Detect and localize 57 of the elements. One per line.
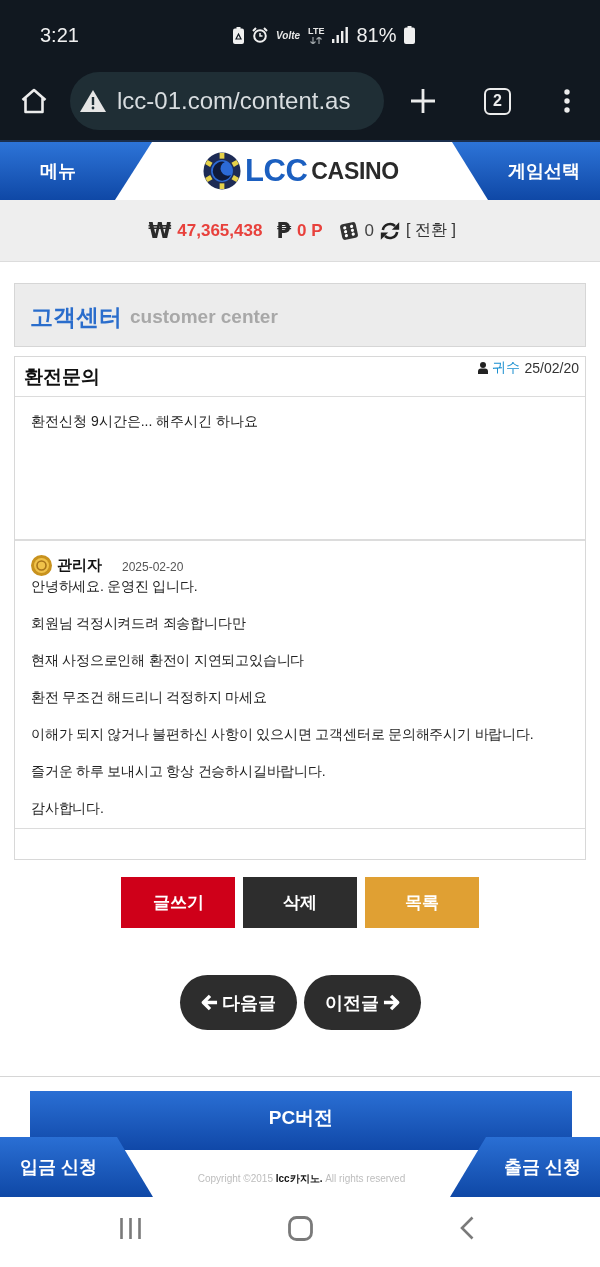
money-balance: 47,365,438 bbox=[177, 220, 263, 241]
data-arrows-icon bbox=[309, 36, 324, 44]
reply-paragraph: 이해가 되지 않거나 불편하신 사항이 있으시면 고객센터로 문의해주시기 바랍니다. bbox=[31, 725, 535, 744]
volte-indicator: Volte bbox=[276, 29, 301, 41]
point-balance: 0 P bbox=[297, 220, 323, 241]
convert-link[interactable]: [ 전환 ] bbox=[406, 220, 456, 241]
network-type: LTE bbox=[308, 26, 325, 36]
casino-chip-icon bbox=[203, 152, 242, 190]
reply-paragraph: 안녕하세요. 운영진 입니다. bbox=[31, 577, 199, 596]
signal-icon bbox=[332, 27, 349, 43]
reply-paragraph: 감사합니다. bbox=[31, 799, 105, 818]
alarm-icon bbox=[252, 27, 268, 43]
avatar-icon bbox=[31, 555, 52, 576]
reply-paragraph: 회원님 걱정시켜드려 죄송합니다만 bbox=[31, 614, 247, 633]
post-author: 귀수 bbox=[491, 359, 520, 377]
reply-author: 관리자 bbox=[57, 556, 102, 575]
point-sign: ₱ bbox=[276, 218, 292, 243]
home-button-icon[interactable] bbox=[288, 1215, 313, 1241]
write-button[interactable]: 글쓰기 bbox=[121, 877, 235, 928]
battery-percent: 81% bbox=[356, 23, 397, 47]
copyright-text: Copyright ©2015 lcc카지노. All rights reserved bbox=[197, 1172, 406, 1186]
deposit-button[interactable]: 입금 신청 bbox=[0, 1137, 153, 1197]
previous-post-button[interactable]: 이전글 bbox=[303, 975, 421, 1030]
chip-count: 0 bbox=[364, 220, 375, 241]
user-icon bbox=[477, 362, 488, 374]
plus-icon[interactable] bbox=[411, 89, 435, 113]
dice-icon bbox=[338, 220, 359, 241]
next-post-button[interactable]: 다음글 bbox=[179, 975, 297, 1030]
logo-text: CASINO bbox=[311, 157, 399, 185]
section-subtitle: customer center bbox=[130, 306, 278, 328]
back-icon[interactable] bbox=[460, 1216, 474, 1240]
home-icon[interactable] bbox=[20, 88, 48, 114]
delete-button[interactable]: 삭제 bbox=[243, 877, 357, 928]
warning-icon bbox=[80, 90, 106, 112]
reply-paragraph: 환전 무조건 해드리니 걱정하지 마세요 bbox=[31, 688, 268, 707]
tabs-button[interactable]: 2 bbox=[484, 87, 511, 115]
section-title: 고객센터 bbox=[30, 302, 122, 332]
won-sign: ₩ bbox=[148, 218, 172, 243]
reply-date: 2025-02-20 bbox=[122, 559, 184, 574]
battery-icon bbox=[404, 26, 416, 44]
more-menu-icon[interactable] bbox=[564, 89, 570, 113]
post-date: 25/02/20 bbox=[524, 360, 579, 376]
arrow-right-icon bbox=[382, 994, 400, 1011]
reply-paragraph: 현재 사정으로인해 환전이 지연되고있습니다 bbox=[31, 651, 306, 670]
menu-button[interactable]: 메뉴 bbox=[0, 142, 152, 200]
pc-version-button[interactable]: PC버전 bbox=[30, 1091, 572, 1150]
post-title: 환전문의 bbox=[24, 364, 100, 389]
withdraw-button[interactable]: 출금 신청 bbox=[450, 1137, 600, 1197]
recent-apps-icon[interactable] bbox=[120, 1217, 141, 1239]
arrow-left-icon bbox=[200, 994, 218, 1011]
address-bar[interactable]: lcc-01.com/content.as bbox=[70, 72, 384, 130]
post-body-text: 환전신청 9시간은... 해주시긴 하나요 bbox=[31, 413, 260, 431]
logo-wordmark: LCC bbox=[245, 153, 308, 189]
battery-saver-icon bbox=[233, 26, 244, 44]
reply-paragraph: 즐거운 하루 보내시고 항상 건승하시길바랍니다. bbox=[31, 762, 327, 781]
game-select-button[interactable]: 게임선택 bbox=[452, 142, 600, 200]
status-time: 3:21 bbox=[40, 23, 80, 47]
